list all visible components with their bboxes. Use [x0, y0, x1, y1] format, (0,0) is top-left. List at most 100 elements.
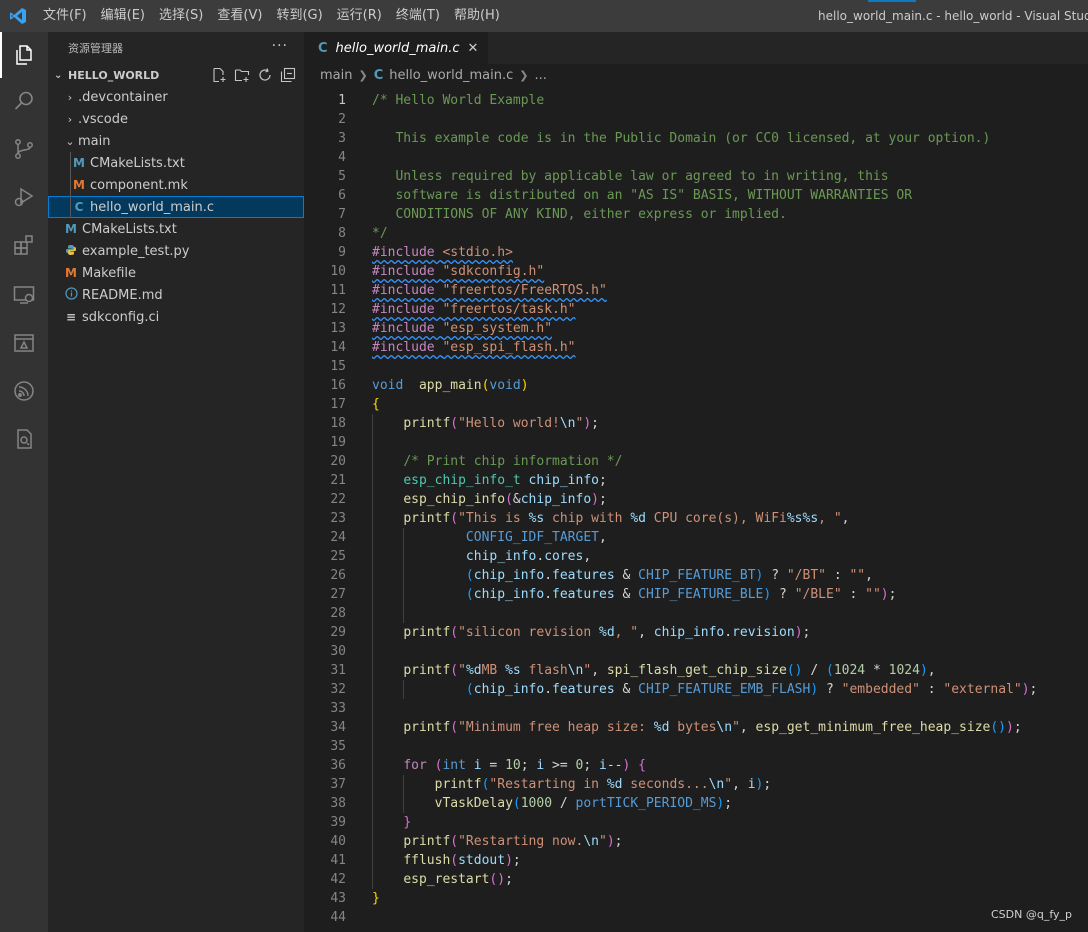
- workspace-section-header[interactable]: ⌄ HELLO_WORLD: [48, 64, 304, 86]
- code-text: #include "freertos/FreeRTOS.h": [372, 283, 607, 298]
- tree-folder[interactable]: › .vscode: [48, 108, 304, 130]
- line-number: 21: [330, 473, 346, 488]
- code-line: 9 #include <stdio.h>: [304, 243, 1088, 262]
- espressif-icon[interactable]: [0, 368, 48, 414]
- explorer-icon[interactable]: [0, 32, 48, 78]
- test-icon[interactable]: [0, 416, 48, 462]
- deploy-icon[interactable]: [0, 320, 48, 366]
- tree-file[interactable]: M CMakeLists.txt: [48, 218, 304, 240]
- line-number: 37: [330, 777, 346, 792]
- line-number: 5: [338, 169, 346, 184]
- code-text: #include "esp_system.h": [372, 321, 553, 336]
- code-text: {: [372, 397, 380, 412]
- remote-explorer-icon[interactable]: [0, 272, 48, 318]
- tree-item-label: sdkconfig.ci: [82, 309, 160, 325]
- code-text: #include "sdkconfig.h": [372, 264, 545, 279]
- line-number: 43: [330, 891, 346, 906]
- line-number: 3: [338, 131, 346, 146]
- editor-area: C hello_world_main.c ✕ main ❯ C hello_wo…: [304, 32, 1088, 932]
- extensions-icon[interactable]: [0, 222, 48, 268]
- tree-file[interactable]: Mcomponent.mk: [48, 174, 304, 196]
- menu-item[interactable]: 选择(S): [152, 0, 210, 32]
- tree-folder[interactable]: › .devcontainer: [48, 86, 304, 108]
- menu-item[interactable]: 转到(G): [269, 0, 329, 32]
- code-line: 10 #include "sdkconfig.h": [304, 262, 1088, 281]
- source-control-icon[interactable]: [0, 126, 48, 172]
- new-folder-icon[interactable]: [234, 67, 250, 83]
- line-number: 35: [330, 739, 346, 754]
- menu-item[interactable]: 终端(T): [389, 0, 447, 32]
- code-line: 5 Unless required by applicable law or a…: [304, 167, 1088, 186]
- explorer-sidebar: 资源管理器 ··· ⌄ HELLO_WORLD › .devcontainer ›.…: [48, 32, 304, 932]
- menu-item[interactable]: 文件(F): [36, 0, 94, 32]
- menu-item[interactable]: 查看(V): [210, 0, 269, 32]
- tree-file[interactable]: README.md: [48, 284, 304, 306]
- breadcrumb-folder[interactable]: main: [320, 68, 352, 83]
- search-icon[interactable]: [0, 78, 48, 124]
- cmake-file-icon: M: [65, 222, 77, 236]
- code-text: /* Print chip information */: [403, 454, 623, 469]
- tree-file[interactable]: example_test.py: [48, 240, 304, 262]
- code-line: 36 for (int i = 10; i >= 0; i--) {: [304, 756, 1088, 775]
- code-line: 21 esp_chip_info_t chip_info;: [304, 471, 1088, 490]
- code-line: 28: [304, 604, 1088, 623]
- tree-file[interactable]: M CMakeLists.txt: [48, 152, 304, 174]
- line-number: 14: [330, 340, 346, 355]
- code-line: 29 printf("silicon revision %d, ", chip_…: [304, 623, 1088, 642]
- menu-bar: 文件(F) 编辑(E) 选择(S) 查看(V) 转到(G) 运行(R) 终端(T) 帮助(H): [36, 0, 507, 32]
- code-line: 13 #include "esp_system.h": [304, 319, 1088, 338]
- text-file-icon: ≡: [65, 310, 77, 324]
- indent-guide: [403, 775, 405, 813]
- code-line: 26 (chip_info.features & CHIP_FEATURE_BT…: [304, 566, 1088, 585]
- breadcrumb-symbol[interactable]: ...: [534, 68, 546, 83]
- code-line: 18 printf("Hello world!\n");: [304, 414, 1088, 433]
- code-line: 25 chip_info.cores,: [304, 547, 1088, 566]
- line-number: 11: [330, 283, 346, 298]
- code-text: CONFIG_IDF_TARGET,: [465, 530, 607, 545]
- tree-folder[interactable]: ⌄ main: [48, 130, 304, 152]
- code-text: esp_chip_info(&chip_info);: [403, 492, 607, 507]
- line-number: 16: [330, 378, 346, 393]
- line-number: 19: [330, 435, 346, 450]
- tab-hello-world-main[interactable]: C hello_world_main.c ✕: [304, 32, 489, 64]
- code-line: 16 void app_main(void): [304, 376, 1088, 395]
- line-number: 9: [338, 245, 346, 260]
- tree-file[interactable]: Chello_world_main.c: [48, 196, 304, 218]
- code-line: 27 (chip_info.features & CHIP_FEATURE_BL…: [304, 585, 1088, 604]
- code-editor[interactable]: 1/* Hello World Example 2 3 This example c…: [304, 86, 1088, 932]
- code-text: This example code is in the Public Domai…: [372, 131, 991, 146]
- line-number: 30: [330, 644, 346, 659]
- vscode-logo-icon: [0, 0, 36, 32]
- collapse-all-icon[interactable]: [280, 67, 296, 83]
- menu-item[interactable]: 帮助(H): [447, 0, 507, 32]
- code-line: 41 fflush(stdout);: [304, 851, 1088, 870]
- code-line: 30: [304, 642, 1088, 661]
- new-file-icon[interactable]: [211, 67, 227, 83]
- code-text: }: [403, 815, 412, 830]
- tree-item-label: main: [78, 133, 111, 149]
- section-toolbar: [211, 67, 296, 83]
- menu-item[interactable]: 编辑(E): [94, 0, 152, 32]
- activity-bar: [0, 32, 48, 932]
- more-actions-icon[interactable]: ···: [272, 38, 288, 54]
- c-file-icon: C: [318, 40, 328, 56]
- code-text: fflush(stdout);: [403, 853, 521, 868]
- code-text: /* Hello World Example: [372, 93, 545, 108]
- workspace-name: HELLO_WORLD: [68, 68, 160, 82]
- refresh-icon[interactable]: [257, 67, 273, 83]
- code-text: #include "esp_spi_flash.h": [372, 340, 576, 355]
- tree-item-label: README.md: [82, 287, 163, 303]
- line-number: 22: [330, 492, 346, 507]
- tab-label: hello_world_main.c: [335, 40, 460, 56]
- menu-item[interactable]: 运行(R): [330, 0, 389, 32]
- line-number: 18: [330, 416, 346, 431]
- tree-file[interactable]: M Makefile: [48, 262, 304, 284]
- code-text: #include "freertos/task.h": [372, 302, 576, 317]
- run-debug-icon[interactable]: [0, 174, 48, 220]
- tree-file[interactable]: ≡ sdkconfig.ci: [48, 306, 304, 328]
- breadcrumb-file[interactable]: hello_world_main.c: [389, 68, 513, 83]
- close-icon[interactable]: ✕: [468, 41, 479, 56]
- explorer-header: 资源管理器 ···: [48, 32, 304, 64]
- line-number: 38: [330, 796, 346, 811]
- makefile-icon: M: [73, 178, 85, 192]
